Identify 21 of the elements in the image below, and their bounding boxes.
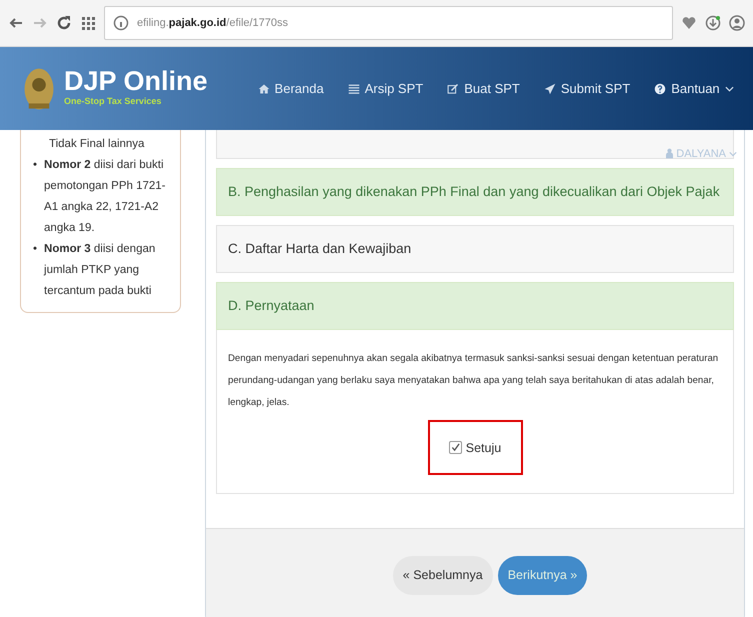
- statement-text: Dengan menyadari sepenuhnya akan segala akibatnya termasuk sanksi-sanksi sesuai dengan ketentuan peraturan perundang-udangan yang berlaku saya menyatakan bahwa apa yang telah saya beritahukan di atas adalah benar, lengkap, jelas.: [228, 352, 720, 410]
- url-text: efiling.pajak.go.id/efile/1770ss: [137, 16, 288, 31]
- nav-link[interactable]: Buat SPT: [447, 78, 520, 98]
- info-item: Nomor 2 diisi dari bukti pemotongan PPh 1721-A1 angka 22, 1721-A2 angka 19.: [44, 158, 167, 236]
- bullet: •: [33, 242, 38, 257]
- bullet: •: [33, 158, 38, 173]
- accordion-header[interactable]: C. Daftar Harta dan Kewajiban: [216, 225, 734, 273]
- next-button[interactable]: Berikutnya »: [498, 556, 588, 595]
- info-text: Tidak Final lainnya: [48, 137, 146, 152]
- nav-link[interactable]: Beranda: [258, 78, 324, 98]
- accordion-header[interactable]: B. Penghasilan yang dikenakan PPh Final dan yang dikecualikan dari Objek Pajak: [216, 168, 734, 216]
- checkbox-label: Setuju: [466, 440, 502, 457]
- address-bar[interactable]: efiling.pajak.go.id/efile/1770ss: [104, 6, 673, 40]
- nav-link[interactable]: Submit SPT: [544, 78, 630, 98]
- brand-name[interactable]: DJP Online: [64, 68, 208, 96]
- nav-link[interactable]: Arsip SPT: [348, 78, 424, 98]
- accordion-header[interactable]: D. Pernyataan: [216, 282, 734, 330]
- nav-link[interactable]: Bantuan: [654, 78, 734, 98]
- info-item: Nomor 3 diisi dengan jumlah PTKP yang tercantum pada bukti: [44, 242, 156, 299]
- previous-button[interactable]: « Sebelumnya: [392, 556, 493, 595]
- brand-tagline: One-Stop Tax Services: [64, 95, 162, 108]
